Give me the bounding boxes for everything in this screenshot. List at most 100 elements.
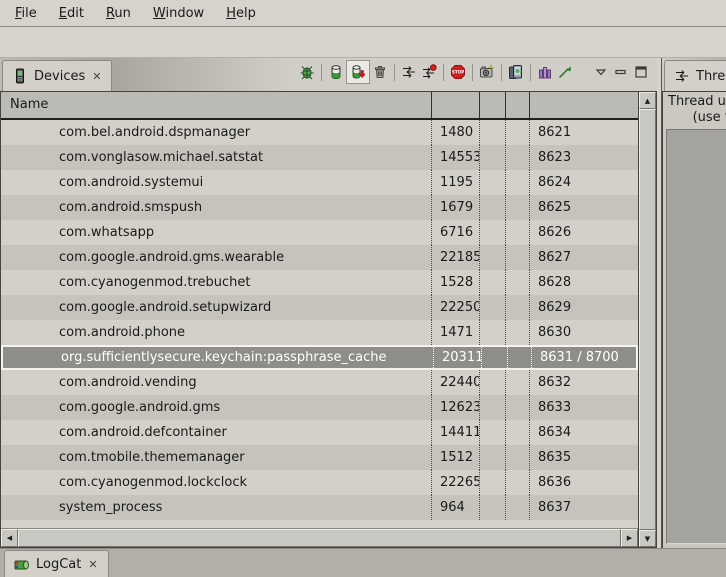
table-row[interactable]: com.google.android.gms.wearable 22185 86…	[1, 245, 638, 270]
close-icon[interactable]: ✕	[91, 70, 102, 83]
debug-icon[interactable]	[297, 62, 317, 82]
phone-icon	[12, 68, 28, 84]
screen-capture-camera-icon[interactable]	[477, 62, 497, 82]
empty-cell-1	[479, 370, 505, 395]
process-pid: 14553	[431, 145, 479, 170]
process-port: 8626	[529, 220, 638, 245]
table-row[interactable]: com.android.systemui 1195 8624	[1, 170, 638, 195]
empty-cell-1	[479, 170, 505, 195]
dump-hprof-icon[interactable]	[346, 60, 370, 84]
scroll-down-button[interactable]: ▼	[639, 530, 656, 547]
process-name: com.cyanogenmod.lockclock	[1, 470, 431, 495]
stop-icon[interactable]: STOP	[448, 62, 468, 82]
table-row[interactable]: org.sufficientlysecure.keychain:passphra…	[1, 345, 638, 370]
empty-cell-1	[479, 295, 505, 320]
process-name: com.android.defcontainer	[1, 420, 431, 445]
table-row[interactable]: com.cyanogenmod.lockclock 22265 8636	[1, 470, 638, 495]
method-profiling-icon[interactable]	[419, 62, 439, 82]
table-row[interactable]: com.google.android.setupwizard 22250 862…	[1, 295, 638, 320]
process-port: 8621	[529, 120, 638, 145]
table-row[interactable]: com.whatsapp 6716 8626	[1, 220, 638, 245]
device-screenshots-icon[interactable]	[506, 62, 526, 82]
process-port: 8629	[529, 295, 638, 320]
scroll-up-button[interactable]: ▲	[639, 92, 656, 109]
threads-content-area	[666, 129, 726, 544]
menu-file[interactable]: File	[6, 3, 46, 24]
toolbar-separator	[443, 64, 444, 81]
arrow-left-icon: ◀	[7, 534, 12, 542]
column-header-port[interactable]	[529, 92, 638, 118]
trace-arrow-icon[interactable]	[555, 62, 575, 82]
empty-cell-1	[479, 145, 505, 170]
table-row[interactable]: com.android.smspush 1679 8625	[1, 195, 638, 220]
empty-cell-2	[505, 370, 529, 395]
empty-cell-2	[505, 420, 529, 445]
table-row[interactable]: com.tmobile.thememanager 1512 8635	[1, 445, 638, 470]
empty-cell-1	[481, 347, 507, 368]
threads-view: Threads Thread updates not enabled for s…	[662, 58, 726, 548]
process-name: com.android.systemui	[1, 170, 431, 195]
tab-devices-label: Devices	[34, 69, 85, 84]
view-menu-chevron-down-icon[interactable]	[591, 62, 611, 82]
process-name: com.google.android.gms.wearable	[1, 245, 431, 270]
vertical-scroll-thumb[interactable]	[639, 109, 656, 530]
menu-help[interactable]: Help	[217, 3, 265, 24]
process-name: com.vonglasow.michael.satstat	[1, 145, 431, 170]
process-pid: 6716	[431, 220, 479, 245]
table-row[interactable]: com.android.vending 22440 8632	[1, 370, 638, 395]
vertical-scrollbar[interactable]: ▲ ▼	[638, 92, 656, 547]
tab-devices[interactable]: Devices ✕	[2, 60, 112, 91]
process-pid: 22265	[431, 470, 479, 495]
empty-toolbar-strip	[0, 27, 726, 58]
close-icon[interactable]: ✕	[87, 558, 98, 571]
minimize-icon[interactable]	[611, 62, 631, 82]
table-row[interactable]: com.android.phone 1471 8630	[1, 320, 638, 345]
table-row[interactable]: com.vonglasow.michael.satstat 14553 8623	[1, 145, 638, 170]
scroll-right-button[interactable]: ▶	[621, 529, 638, 547]
cause-gc-trash-icon[interactable]	[370, 62, 390, 82]
empty-cell-2	[505, 170, 529, 195]
horizontal-scrollbar[interactable]: ◀ ▶	[1, 528, 638, 547]
table-row[interactable]: com.cyanogenmod.trebuchet 1528 8628	[1, 270, 638, 295]
menu-edit[interactable]: Edit	[50, 3, 93, 24]
process-port: 8634	[529, 420, 638, 445]
tab-threads[interactable]: Threads	[664, 60, 726, 91]
threads-tabstrip: Threads	[662, 58, 726, 91]
process-port: 8623	[529, 145, 638, 170]
empty-cell-2	[505, 295, 529, 320]
menubar: File Edit Run Window Help	[0, 0, 726, 27]
toolbar-separator	[321, 64, 322, 81]
table-row[interactable]: com.google.android.gms 12623 8633	[1, 395, 638, 420]
toolbar-separator	[472, 64, 473, 81]
table-row[interactable]: com.android.defcontainer 14411 8634	[1, 420, 638, 445]
column-header-empty2[interactable]	[505, 92, 529, 118]
empty-cell-1	[479, 495, 505, 520]
allocation-bars-icon[interactable]	[535, 62, 555, 82]
column-header-name[interactable]: Name	[1, 92, 431, 118]
menu-run[interactable]: Run	[97, 3, 140, 24]
update-threads-icon[interactable]	[399, 62, 419, 82]
devices-table: Name com.bel.android.dspmanager 1480 862…	[0, 91, 657, 548]
process-pid: 22185	[431, 245, 479, 270]
empty-cell-1	[479, 220, 505, 245]
maximize-icon[interactable]	[631, 62, 651, 82]
empty-cell-2	[505, 445, 529, 470]
empty-cell-1	[479, 120, 505, 145]
table-row[interactable]: com.bel.android.dspmanager 1480 8621	[1, 120, 638, 145]
menu-window[interactable]: Window	[144, 3, 213, 24]
process-pid: 1512	[431, 445, 479, 470]
tab-logcat[interactable]: LogCat ✕	[4, 550, 109, 577]
process-name: com.android.smspush	[1, 195, 431, 220]
main-area: Devices ✕	[0, 58, 726, 548]
logcat-strip: LogCat ✕	[0, 548, 726, 577]
scroll-left-button[interactable]: ◀	[1, 529, 18, 547]
arrow-down-icon: ▼	[645, 535, 650, 543]
empty-cell-1	[479, 470, 505, 495]
process-port: 8636	[529, 470, 638, 495]
process-pid: 22250	[431, 295, 479, 320]
column-header-empty1[interactable]	[479, 92, 505, 118]
update-heap-icon[interactable]	[326, 62, 346, 82]
table-row[interactable]: system_process 964 8637	[1, 495, 638, 520]
column-header-pid[interactable]	[431, 92, 479, 118]
horizontal-scroll-thumb[interactable]	[18, 529, 621, 547]
